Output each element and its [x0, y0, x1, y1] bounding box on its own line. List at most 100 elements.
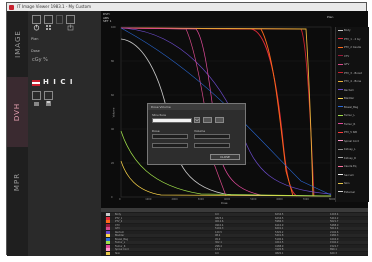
legend-label: Rectum [344, 88, 354, 92]
x-tick-label: 0 [119, 198, 121, 201]
legend-swatch [338, 165, 343, 167]
legend-label: External [344, 190, 355, 194]
legend-label: Cauda Eq [344, 165, 357, 168]
legend-label: PTV_5 SIB [344, 131, 357, 134]
tab-dvh[interactable]: DVH [7, 77, 28, 147]
legend-item[interactable]: PTV_3 - Boost [338, 72, 362, 75]
legend-item[interactable]: Sacrum [338, 174, 354, 177]
legend-label: Sacrum [344, 173, 354, 177]
legend-label: Kidney_R [344, 156, 356, 160]
x-tick-label: 6000 [276, 198, 283, 201]
x-axis-label: Dose [221, 202, 228, 205]
legend-label: Femur_R [344, 122, 356, 126]
x-tick-label: 7000 [302, 198, 309, 201]
legend-label: PTV_3 - Boost [344, 71, 362, 75]
legend-swatch [338, 29, 343, 31]
table-cell-mean: 620.3 [330, 251, 337, 255]
structure-legend: Body PTV_1 - 2 Gy PTV_2 Cauda CTV GTV PTV_3 -… [335, 27, 369, 202]
y-tick-label: 80 [111, 60, 115, 63]
legend-label: GTV [344, 63, 350, 66]
table-row[interactable]: Skin 0.0 4820.1 620.3 [105, 251, 368, 255]
y-tick-label: 20 [111, 162, 115, 165]
dvh-curve-bladder [120, 160, 332, 197]
legend-item[interactable]: Bowel_Bag [338, 106, 358, 109]
chevron-down-icon [195, 118, 199, 122]
legend-swatch [338, 63, 343, 65]
legend-item[interactable]: PTV_5 SIB [338, 131, 357, 134]
y-tick-label: 0 [111, 196, 113, 199]
legend-swatch [338, 191, 343, 192]
legend-item[interactable]: Body [338, 29, 351, 32]
legend-item[interactable]: PTV_2 Cauda [338, 46, 361, 49]
tab-image-label: IMAGE [13, 30, 22, 58]
legend-swatch [338, 106, 343, 107]
legend-swatch [338, 140, 343, 141]
tab-dvh-label: DVH [13, 102, 22, 122]
window-title: IT Image Viewer 1983.1 - My Custom [17, 4, 91, 9]
legend-item[interactable]: Femur_L [338, 114, 355, 117]
legend-item[interactable]: CTV [338, 55, 349, 58]
tab-mpr-label: MPR [13, 172, 22, 192]
legend-swatch [338, 131, 343, 133]
legend-swatch [338, 157, 343, 158]
dialog-label-volume: Volume [194, 129, 206, 133]
dialog-label-dose: Dose [152, 129, 160, 133]
legend-item[interactable]: Rectum [338, 89, 354, 92]
legend-label: PTV_4 - Bone [344, 80, 362, 83]
legend-item[interactable]: Cauda Eq [338, 165, 356, 168]
volume-output [194, 143, 230, 148]
legend-label: Femur_L [344, 114, 355, 117]
structure-select[interactable] [152, 118, 192, 123]
legend-item[interactable]: Femur_R [338, 123, 355, 126]
tab-mpr[interactable]: MPR [7, 147, 28, 217]
table-cell-min: 0.0 [215, 251, 219, 255]
legend-item[interactable]: Kidney_L [338, 148, 356, 151]
legend-label: Bowel_Bag [344, 105, 359, 109]
export-icon[interactable] [66, 15, 75, 31]
legend-item[interactable]: Spinal Cord [338, 140, 359, 143]
legend-swatch [338, 114, 343, 116]
row-color-swatch [106, 251, 110, 255]
close-button[interactable]: CLOSE [210, 154, 240, 160]
dialog-section-label: Structure [152, 113, 166, 117]
legend-swatch [338, 38, 343, 39]
app-icon [9, 4, 14, 10]
legend-item[interactable]: GTV [338, 63, 349, 66]
legend-item[interactable]: PTV_4 - Bone [338, 80, 361, 83]
volume-input[interactable] [194, 134, 230, 139]
y-tick-label: 60 [111, 94, 115, 97]
power-icon[interactable] [32, 15, 41, 31]
legend-label: PTV_2 Cauda [344, 46, 361, 49]
legend-item[interactable]: Bladder [338, 97, 354, 100]
legend-label: Kidney_L [344, 148, 356, 151]
legend-item[interactable]: External [338, 191, 355, 194]
folder-icon[interactable] [32, 91, 41, 106]
legend-item[interactable]: Skin [338, 182, 350, 185]
y-tick-label: 40 [111, 128, 115, 131]
legend-swatch [338, 182, 343, 184]
divider-icon [56, 15, 63, 24]
dose-input[interactable] [152, 134, 188, 139]
select-dropdown-button[interactable] [194, 117, 200, 123]
dialog-option-button[interactable] [215, 117, 224, 123]
logo: H I C I [32, 78, 76, 88]
legend-label: Spinal Cord [344, 139, 359, 143]
legend-swatch [338, 97, 343, 99]
title-bar: IT Image Viewer 1983.1 - My Custom [7, 3, 366, 11]
control-panel: Plan Dose cGy % H I C I [28, 11, 101, 256]
plan-label: Plan [31, 37, 39, 41]
legend-swatch [338, 80, 343, 82]
flag-icon [32, 80, 40, 86]
legend-item[interactable]: PTV_1 - 2 Gy [338, 38, 360, 41]
legend-label: Skin [344, 182, 350, 185]
save-icon[interactable] [44, 91, 53, 106]
legend-item[interactable]: Kidney_R [338, 157, 356, 160]
x-tick-label: 3000 [197, 198, 204, 201]
units-toggle[interactable]: cGy % [32, 57, 48, 63]
dialog-option-button[interactable] [203, 117, 212, 123]
grid-icon[interactable] [44, 15, 53, 30]
legend-label: PTV_1 - 2 Gy [344, 37, 361, 41]
tab-image[interactable]: IMAGE [7, 11, 28, 77]
legend-swatch [338, 174, 343, 175]
table-cell-name: Skin [115, 251, 121, 255]
